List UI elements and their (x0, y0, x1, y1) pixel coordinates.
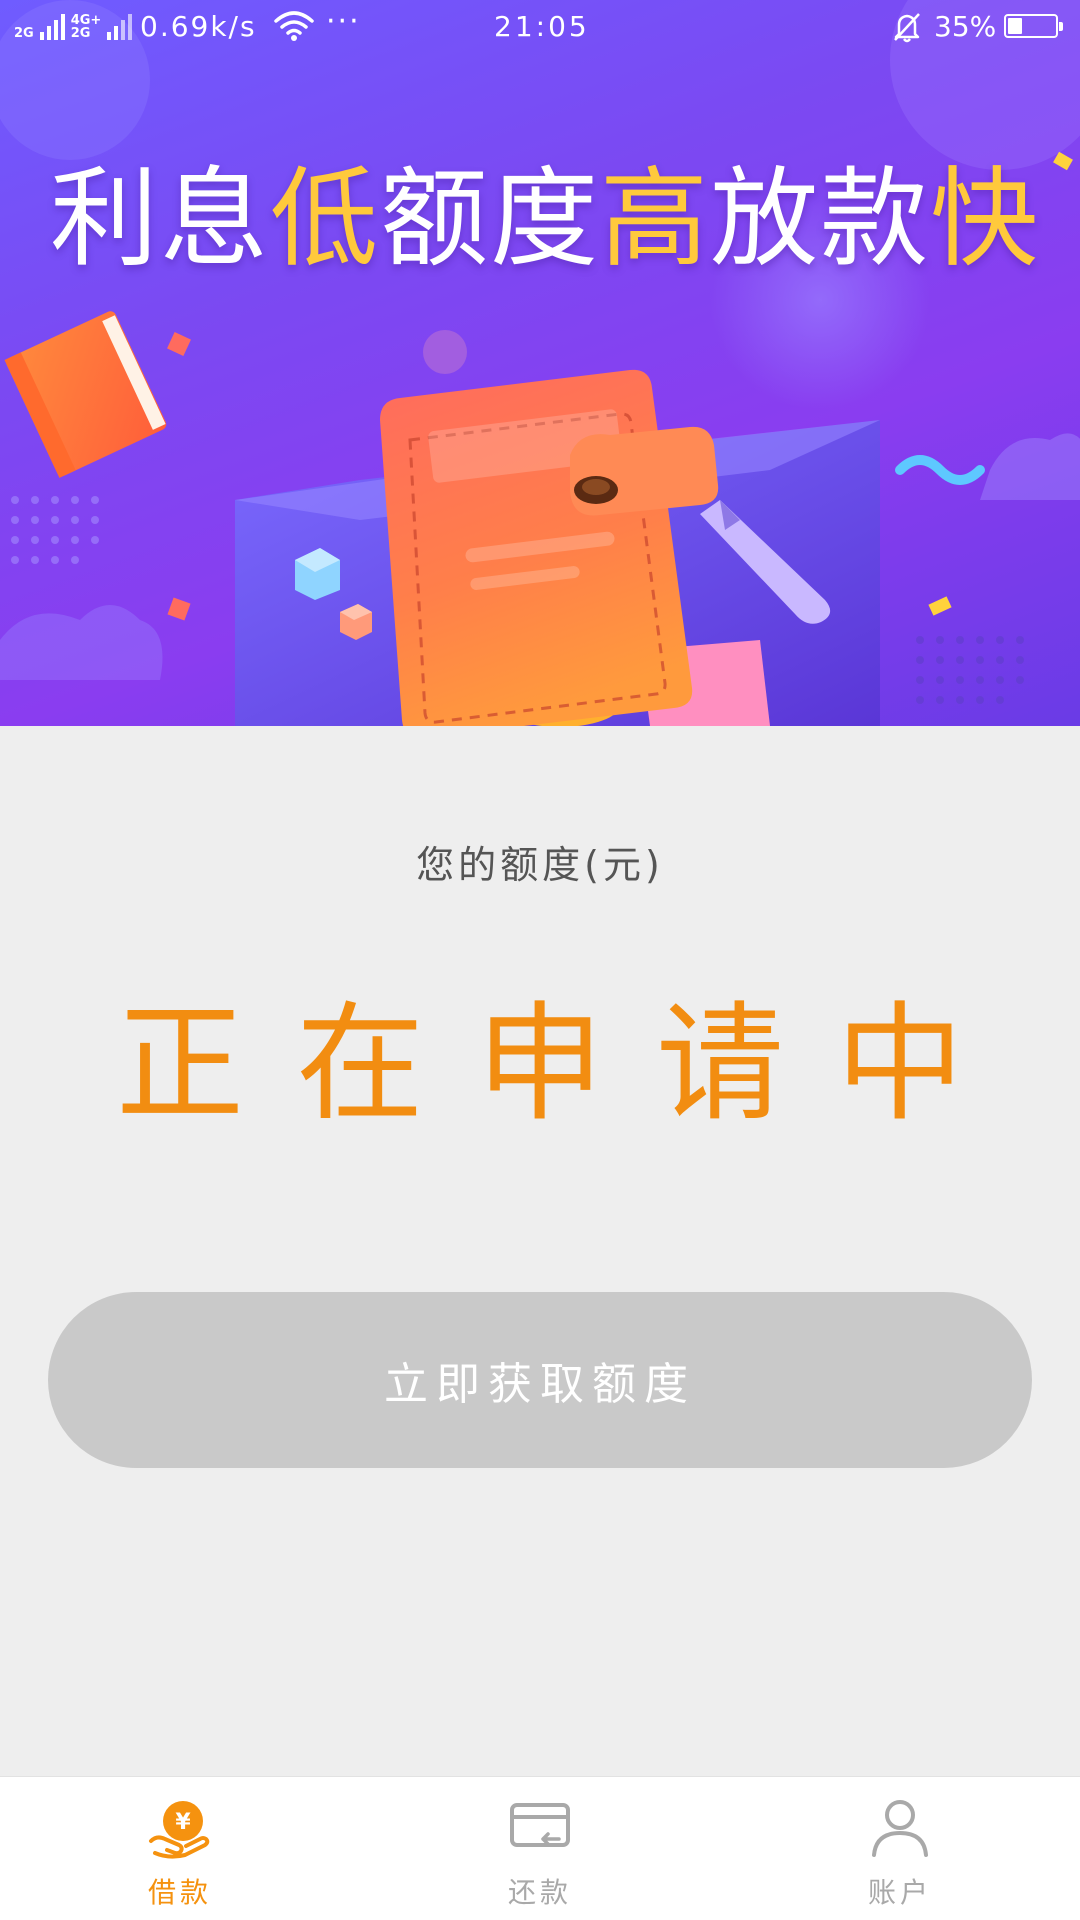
card-repay-icon (510, 1803, 570, 1847)
svg-text:¥: ¥ (175, 1810, 191, 1835)
headline-disburse: 放款 (710, 157, 931, 282)
muted-bell-icon (890, 10, 924, 48)
quota-label: 您的额度(元) (416, 843, 664, 887)
battery-percentage: 35% (934, 10, 997, 43)
tab-repay[interactable]: 还款 (360, 1777, 720, 1920)
status-bar: 2G 4G+ 2G 0.69k/s ··· 21:05 35% (0, 0, 1080, 56)
more-notifications-icon: ··· (326, 4, 361, 39)
signal-bars-sim2-icon (107, 12, 133, 40)
headline-fast: 快 (930, 157, 1041, 282)
bottom-tab-bar: ¥ 借款 还款 账户 (0, 1776, 1080, 1920)
battery-icon (1004, 14, 1063, 38)
headline-low: 低 (270, 157, 381, 282)
tab-account[interactable]: 账户 (720, 1777, 1080, 1920)
signal-bars-sim1-icon (39, 12, 65, 40)
battery-level-fill (1008, 18, 1022, 34)
network-indicators: 2G 4G+ 2G (14, 12, 133, 41)
network-type-sim2-bottom: 2G (70, 26, 91, 41)
headline-quota: 额度 (380, 157, 601, 282)
wifi-icon (274, 10, 314, 46)
tab-loan-label: 借款 (147, 1876, 212, 1909)
user-icon (872, 1800, 928, 1857)
get-quota-button[interactable]: 立即获取额度 (48, 1292, 1032, 1468)
headline-high: 高 (600, 157, 711, 282)
application-status: 正在申请中 (115, 990, 1016, 1139)
loan-yuan-hand-icon: ¥ (149, 1801, 210, 1859)
network-type-sim2: 4G+ 2G (71, 14, 102, 40)
tab-account-label: 账户 (867, 1876, 932, 1909)
network-type-sim1: 2G (14, 26, 34, 41)
banner-headline: 利息 低 额度 高 放款 快 (50, 160, 1040, 280)
tab-repay-label: 还款 (507, 1876, 572, 1909)
banner-illustration (0, 0, 1080, 726)
promo-banner[interactable]: 2G 4G+ 2G 0.69k/s ··· 21:05 35% 利息 低 额度 … (0, 0, 1080, 726)
headline-interest: 利息 (50, 157, 271, 282)
network-speed: 0.69k/s (140, 10, 257, 43)
app-screen: 2G 4G+ 2G 0.69k/s ··· 21:05 35% 利息 低 额度 … (0, 0, 1080, 1920)
tab-loan[interactable]: ¥ 借款 (0, 1777, 360, 1920)
clock: 21:05 (494, 10, 590, 43)
